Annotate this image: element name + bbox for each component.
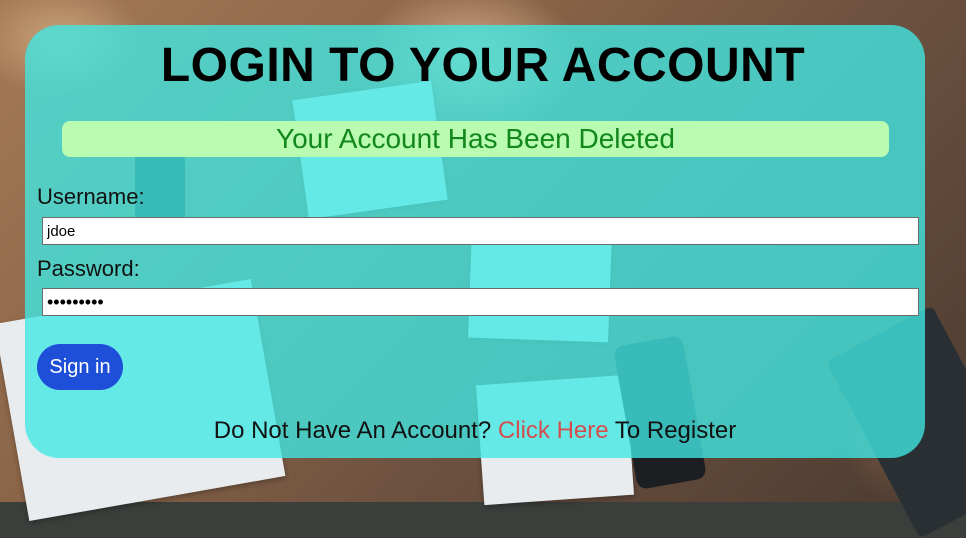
sign-in-button[interactable]: Sign in: [37, 344, 123, 390]
username-label: Username:: [37, 184, 145, 209]
register-prefix: Do Not Have An Account?: [213, 417, 492, 444]
page-title: LOGIN TO YOUR ACCOUNT: [160, 39, 806, 92]
password-input[interactable]: [42, 288, 919, 316]
password-label: Password:: [37, 256, 140, 281]
username-input[interactable]: [42, 217, 919, 245]
register-suffix: To Register: [614, 417, 737, 444]
register-prompt: Do Not Have An Account? Click Here To Re…: [0, 417, 950, 445]
register-link[interactable]: Click Here: [498, 417, 609, 444]
status-alert: Your Account Has Been Deleted: [62, 121, 889, 157]
